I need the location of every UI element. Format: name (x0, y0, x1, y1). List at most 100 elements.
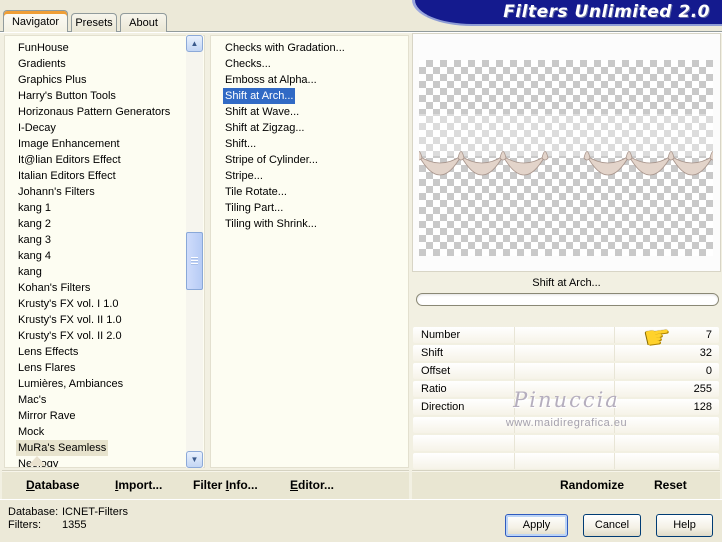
filter-info-button[interactable]: Filter Info... (193, 471, 258, 500)
filter-item[interactable]: Tile Rotate... (223, 184, 408, 200)
arch-tip (583, 151, 591, 161)
category-item-label: Mac's (18, 394, 47, 406)
database-label-accel: D (26, 478, 35, 492)
category-item[interactable]: Lens Flares (16, 360, 204, 376)
category-item[interactable]: kang (16, 264, 204, 280)
category-item[interactable]: MuRa's Seamless (16, 440, 204, 456)
slider-thumb-marker[interactable] (28, 456, 46, 466)
param-row-offset[interactable]: Offset 0 (413, 363, 719, 379)
tab-about-label: About (129, 17, 158, 29)
category-scrollbar[interactable]: ▲ ▼ (186, 35, 203, 468)
category-list[interactable]: FunHouse Gradients Graphics Plus Harry's Bu… (4, 35, 205, 468)
param-row-empty[interactable] (413, 453, 719, 469)
arch-swag (460, 155, 504, 176)
editor-label-post: ditor... (298, 478, 335, 492)
category-item[interactable]: kang 4 (16, 248, 204, 264)
category-item-label: Italian Editors Effect (18, 170, 116, 182)
database-button[interactable]: Database (26, 471, 79, 500)
scroll-up-button[interactable]: ▲ (186, 35, 203, 52)
filter-item[interactable]: Shift at Zigzag... (223, 120, 408, 136)
filter-list[interactable]: Checks with Gradation... Checks... Emboss … (210, 35, 409, 468)
param-row-shift[interactable]: Shift 32 (413, 345, 719, 361)
category-item[interactable]: Gradients (16, 56, 204, 72)
category-item[interactable]: Krusty's FX vol. II 2.0 (16, 328, 204, 344)
filter-item[interactable]: Shift at Wave... (223, 104, 408, 120)
import-button[interactable]: Import... (115, 471, 162, 500)
filter-item[interactable]: Emboss at Alpha... (223, 72, 408, 88)
help-button[interactable]: Help (656, 514, 713, 537)
arch-tip (667, 151, 675, 161)
category-item[interactable]: kang 2 (16, 216, 204, 232)
category-item[interactable]: Graphics Plus (16, 72, 204, 88)
category-item[interactable]: Krusty's FX vol. II 1.0 (16, 312, 204, 328)
arch-swag (628, 155, 672, 176)
editor-label-accel: E (290, 478, 299, 492)
param-value: 7 (705, 329, 712, 341)
progress-bar (416, 293, 719, 306)
tab-navigator[interactable]: Navigator (3, 10, 68, 32)
cancel-button[interactable]: Cancel (583, 514, 641, 537)
category-item[interactable]: Mock (16, 424, 204, 440)
param-label: Offset (421, 365, 451, 377)
arch-tip (499, 151, 507, 161)
scroll-thumb[interactable] (186, 232, 203, 290)
filter-item[interactable]: Stripe of Cylinder... (223, 152, 408, 168)
filter-item[interactable]: Stripe... (223, 168, 408, 184)
category-item[interactable]: Mirror Rave (16, 408, 204, 424)
arch-tip (419, 151, 423, 161)
category-item[interactable]: Krusty's FX vol. I 1.0 (16, 296, 204, 312)
category-item-label: kang 1 (18, 202, 52, 214)
category-item-label: Mirror Rave (18, 410, 76, 422)
scroll-down-button[interactable]: ▼ (186, 451, 203, 468)
param-row-empty[interactable] (413, 435, 719, 451)
arch-tip (625, 151, 633, 161)
database-label-post: atabase (34, 478, 80, 492)
category-item-label: Graphics Plus (18, 74, 87, 86)
category-item-label: Krusty's FX vol. I 1.0 (18, 298, 119, 310)
editor-button[interactable]: Editor... (290, 471, 334, 500)
tab-about[interactable]: About (120, 13, 167, 32)
category-item[interactable]: Lens Effects (16, 344, 204, 360)
scroll-up-icon: ▲ (190, 39, 199, 48)
category-item-label: FunHouse (18, 42, 69, 54)
filter-item[interactable]: Shift at Arch... (223, 88, 408, 104)
category-item[interactable]: Italian Editors Effect (16, 168, 204, 184)
category-item[interactable]: kang 3 (16, 232, 204, 248)
randomize-bar: Randomize Reset (412, 470, 720, 499)
category-item[interactable]: Image Enhancement (16, 136, 204, 152)
category-item[interactable]: FunHouse (16, 40, 204, 56)
tools-bar: Database Import... Filter Info... Editor… (2, 470, 409, 499)
category-item-label: kang 4 (18, 250, 52, 262)
category-item[interactable]: I-Decay (16, 120, 204, 136)
category-item-label: Horizonaus Pattern Generators (18, 106, 171, 118)
navigator-page: FunHouse Gradients Graphics Plus Harry's Bu… (0, 31, 722, 500)
filter-info-label-post: nfo... (229, 478, 258, 492)
category-item[interactable]: Harry's Button Tools (16, 88, 204, 104)
category-item[interactable]: Johann's Filters (16, 184, 204, 200)
apply-button[interactable]: Apply (505, 514, 568, 537)
param-value: 0 (705, 365, 712, 377)
filters-count-label: Filters: (8, 519, 41, 531)
filter-item[interactable]: Shift... (223, 136, 408, 152)
category-item[interactable]: Horizonaus Pattern Generators (16, 104, 204, 120)
tab-presets[interactable]: Presets (71, 13, 117, 32)
category-item-label: kang (18, 266, 42, 278)
category-item[interactable]: Lumières, Ambiances (16, 376, 204, 392)
database-status-value: ICNET-Filters (62, 506, 128, 518)
arch-garland-graphic (419, 151, 713, 176)
filter-item-label: Tile Rotate... (225, 186, 287, 198)
randomize-button[interactable]: Randomize (560, 471, 624, 500)
preview-pane[interactable] (412, 33, 721, 272)
category-item[interactable]: Kohan's Filters (16, 280, 204, 296)
category-item-label: Mock (18, 426, 45, 438)
filter-item[interactable]: Checks with Gradation... (223, 40, 408, 56)
category-item[interactable]: Mac's (16, 392, 204, 408)
category-item[interactable]: It@lian Editors Effect (16, 152, 204, 168)
category-item[interactable]: kang 1 (16, 200, 204, 216)
filter-item[interactable]: Tiling Part... (223, 200, 408, 216)
filter-item[interactable]: Checks... (223, 56, 408, 72)
param-row-number[interactable]: Number 7 (413, 327, 719, 343)
category-item-label: kang 3 (18, 234, 52, 246)
filter-item[interactable]: Tiling with Shrink... (223, 216, 408, 232)
reset-button[interactable]: Reset (654, 471, 687, 500)
